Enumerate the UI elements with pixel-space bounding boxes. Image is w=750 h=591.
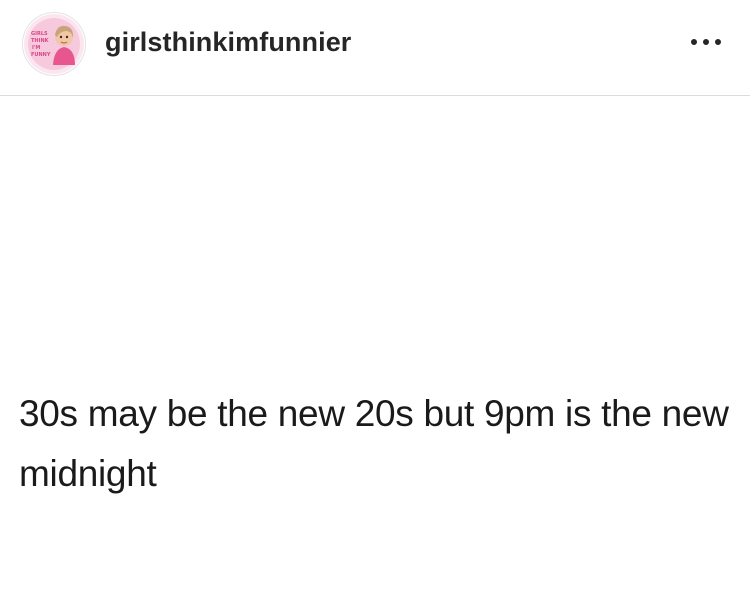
ellipsis-horizontal-icon bbox=[715, 39, 721, 45]
ellipsis-horizontal-icon bbox=[691, 39, 697, 45]
avatar-badge-line-2: THINK bbox=[31, 38, 50, 44]
post-image[interactable]: 30s may be the new 20s but 9pm is the ne… bbox=[0, 97, 750, 591]
avatar-image: GIRLS THINK I'M FUNNY bbox=[24, 14, 84, 74]
more-options-button[interactable] bbox=[684, 30, 728, 54]
post-image-text: 30s may be the new 20s but 9pm is the ne… bbox=[19, 393, 729, 494]
avatar-badge-line-3: I'M bbox=[32, 45, 40, 51]
avatar-badge-line-4: FUNNY bbox=[31, 52, 51, 58]
post-header: GIRLS THINK I'M FUNNY girlsthinkimfunnie… bbox=[0, 0, 750, 96]
avatar-badge-line-1: GIRLS bbox=[31, 31, 48, 37]
avatar[interactable]: GIRLS THINK I'M FUNNY bbox=[22, 12, 86, 76]
username-link[interactable]: girlsthinkimfunnier bbox=[105, 27, 351, 58]
ellipsis-horizontal-icon bbox=[703, 39, 709, 45]
